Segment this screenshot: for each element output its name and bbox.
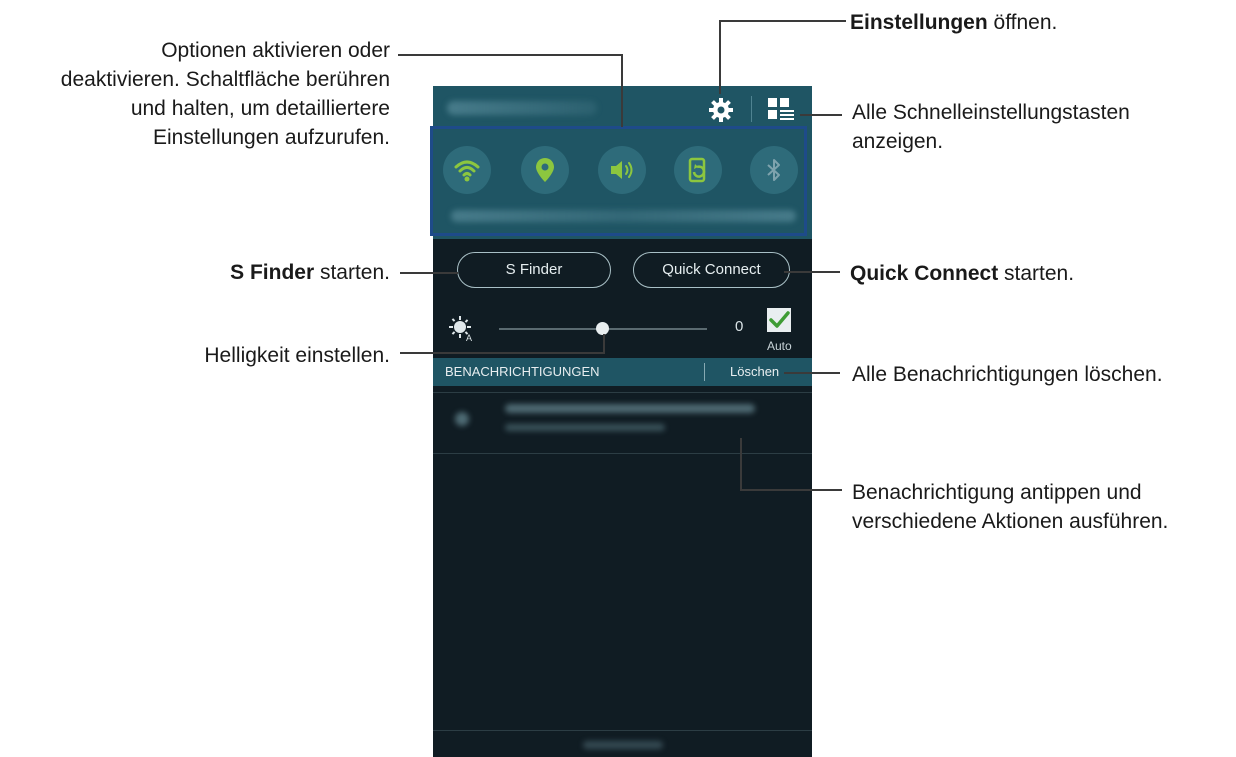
callout-line bbox=[621, 54, 623, 127]
callout-line bbox=[603, 334, 605, 354]
sfinder-annotation-bold: S Finder bbox=[230, 261, 315, 284]
gear-icon[interactable] bbox=[707, 96, 735, 124]
quickconnect-annotation-bold: Quick Connect bbox=[850, 262, 999, 285]
notification-text-blurred bbox=[505, 424, 665, 431]
quick-settings-grid-icon[interactable] bbox=[768, 98, 794, 122]
sfinder-annotation-rest: starten. bbox=[314, 261, 390, 284]
callout-line bbox=[740, 489, 842, 491]
sfinder-label: S Finder bbox=[505, 261, 563, 278]
brightness-annotation: Helligkeit einstellen. bbox=[90, 341, 390, 370]
quickconnect-label: Quick Connect bbox=[662, 261, 761, 278]
auto-brightness-icon: A bbox=[449, 316, 472, 342]
callout-line bbox=[784, 271, 840, 273]
notifications-header: BENACHRICHTIGUNGEN Löschen bbox=[433, 358, 812, 386]
all-quick-settings-annotation: Alle Schnelleinstellungstasten anzeigen. bbox=[852, 98, 1130, 156]
quickconnect-annotation-rest: starten. bbox=[998, 262, 1075, 285]
callout-line bbox=[740, 438, 742, 491]
auto-label: Auto bbox=[767, 339, 792, 353]
options-annotation: Optionen aktivieren oder deaktivieren. S… bbox=[0, 36, 390, 152]
settings-annotation: Einstellungen öffnen. bbox=[850, 8, 1057, 37]
callout-line bbox=[784, 372, 840, 374]
notification-icon bbox=[455, 412, 469, 426]
quickconnect-annotation: Quick Connect starten. bbox=[850, 259, 1074, 288]
clear-button[interactable]: Löschen bbox=[730, 364, 779, 379]
divider bbox=[433, 730, 812, 731]
notification-title-blurred bbox=[505, 404, 755, 413]
auto-checkbox[interactable] bbox=[767, 308, 791, 332]
all-quick-settings-line2: anzeigen. bbox=[852, 130, 944, 153]
quickconnect-button[interactable]: Quick Connect bbox=[633, 252, 790, 288]
callout-line bbox=[398, 54, 622, 56]
brightness-value: 0 bbox=[735, 318, 744, 335]
callout-line bbox=[720, 20, 846, 22]
tap-notification-line1: Benachrichtigung antippen und bbox=[852, 481, 1142, 504]
status-info-blurred bbox=[447, 101, 597, 115]
options-annotation-line2: deaktivieren. Schaltfläche berühren bbox=[60, 68, 390, 91]
clear-all-annotation: Alle Benachrichtigungen löschen. bbox=[852, 360, 1163, 389]
callout-line bbox=[719, 20, 721, 94]
clear-all-annotation-text: Alle Benachrichtigungen löschen. bbox=[852, 363, 1163, 386]
quick-settings-highlight bbox=[430, 126, 807, 236]
carrier-label-blurred bbox=[583, 741, 663, 749]
brightness-annotation-text: Helligkeit einstellen. bbox=[204, 344, 390, 367]
options-annotation-line4: Einstellungen aufzurufen. bbox=[153, 126, 390, 149]
notification-item[interactable] bbox=[433, 392, 812, 454]
tap-notification-annotation: Benachrichtigung antippen und verschiede… bbox=[852, 478, 1168, 536]
settings-annotation-rest: öffnen. bbox=[987, 11, 1058, 34]
svg-text:A: A bbox=[466, 333, 472, 342]
checkmark-icon bbox=[769, 311, 790, 328]
options-annotation-line3: und halten, um detailliertere bbox=[130, 97, 390, 120]
notifications-title: BENACHRICHTIGUNGEN bbox=[445, 364, 600, 379]
sfinder-button[interactable]: S Finder bbox=[457, 252, 611, 288]
sfinder-annotation: S Finder starten. bbox=[90, 258, 390, 287]
options-annotation-line1: Optionen aktivieren oder bbox=[161, 39, 390, 62]
callout-line bbox=[400, 272, 458, 274]
all-quick-settings-line1: Alle Schnelleinstellungstasten bbox=[852, 101, 1130, 124]
settings-annotation-bold: Einstellungen bbox=[850, 11, 988, 34]
divider bbox=[433, 453, 812, 454]
divider bbox=[704, 363, 705, 381]
callout-line bbox=[400, 352, 604, 354]
divider bbox=[751, 96, 752, 122]
tap-notification-line2: verschiedene Aktionen ausführen. bbox=[852, 510, 1169, 533]
callout-line bbox=[800, 114, 842, 116]
